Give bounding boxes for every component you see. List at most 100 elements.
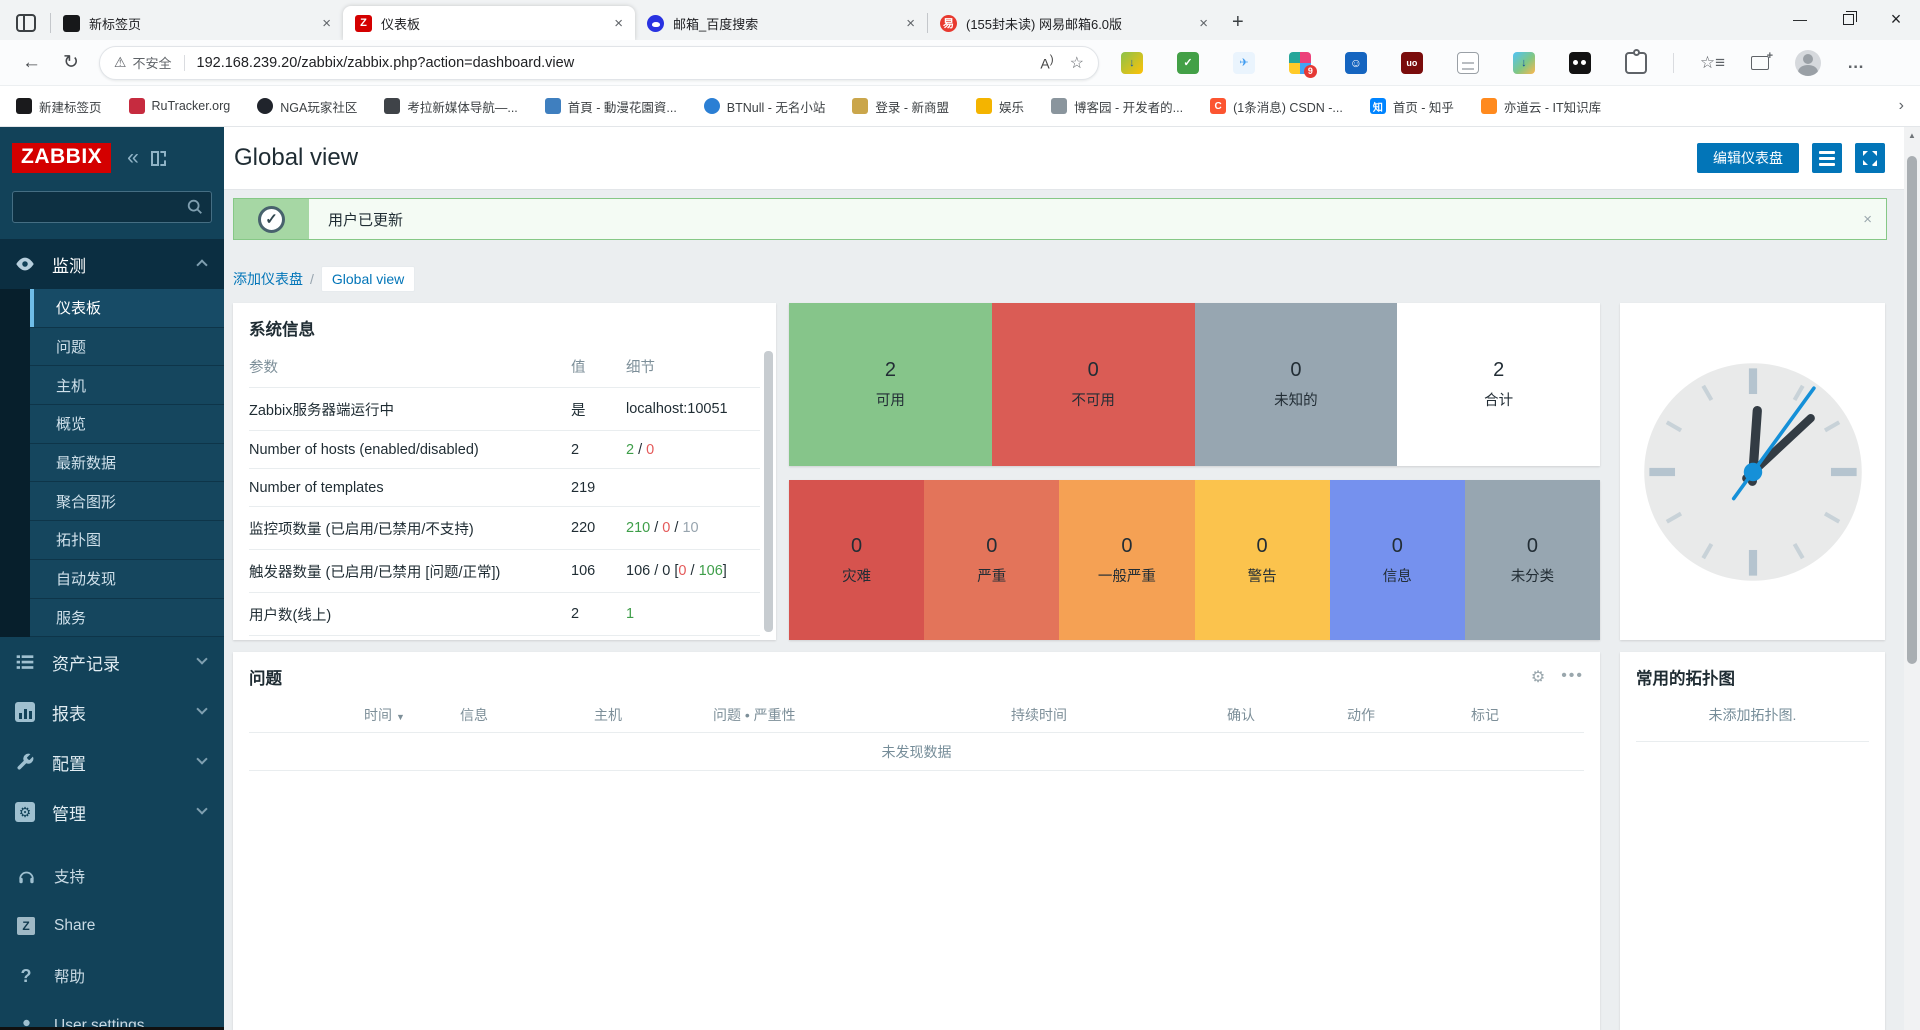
idm-extension-icon[interactable]: ↓ [1120, 51, 1143, 74]
bookmarks-overflow-icon[interactable]: › [1899, 97, 1904, 115]
shield-check-extension-icon[interactable]: ✓ [1176, 51, 1199, 74]
sidebar-section-reports[interactable]: 报表 [0, 687, 224, 737]
sidebar-item-dashboard[interactable]: 仪表板 [30, 289, 224, 328]
zabbix-logo[interactable]: ZABBIX [12, 143, 112, 173]
tab-baidu-search[interactable]: 邮箱_百度搜索 × [635, 6, 927, 40]
not-secure-warning-icon: ⚠ [113, 54, 127, 70]
sidebar-item-maps[interactable]: 拓扑图 [30, 521, 224, 560]
fullscreen-button[interactable] [1855, 143, 1885, 173]
address-bar[interactable]: ⚠ 不安全 192.168.239.20/zabbix/zabbix.php?a… [98, 45, 1099, 80]
bookmark-item[interactable]: 考拉新媒体导航—... [384, 97, 518, 116]
column-duration: 持续时间 [1011, 707, 1067, 723]
read-aloud-icon[interactable]: A) [1040, 53, 1053, 72]
column-time[interactable]: 时间 ▼ [364, 705, 405, 725]
sidebar-item-user-settings[interactable]: User settings [0, 1001, 224, 1030]
sidebar-collapse-icon[interactable]: « [127, 147, 139, 168]
sidebar-item-screens[interactable]: 聚合图形 [30, 482, 224, 522]
bookmark-item[interactable]: RuTracker.org [128, 98, 230, 114]
sidebar-section-inventory[interactable]: 资产记录 [0, 637, 224, 687]
problems-widget: 问题 ⚙ ••• 时间 ▼ 信息 主机 问题 • 严重性 持续时间 确认 动作 标… [233, 652, 1600, 1030]
edit-dashboard-button[interactable]: 编辑仪表盘 [1697, 143, 1799, 173]
sidebar-section-administration[interactable]: ⚙ 管理 [0, 787, 224, 837]
add-dashboard-link[interactable]: 添加仪表盘 [233, 269, 303, 289]
refresh-icon[interactable]: ↻ [63, 51, 79, 74]
tab-close-icon[interactable]: × [318, 15, 335, 32]
new-tab-button[interactable]: + [1232, 12, 1244, 32]
widget-scrollbar[interactable] [764, 351, 773, 632]
hamburger-menu-button[interactable] [1812, 143, 1842, 173]
availability-cell-available: 2 可用 [789, 303, 992, 466]
close-button[interactable]: × [1872, 0, 1920, 38]
bookmark-item[interactable]: 娱乐 [976, 97, 1024, 116]
sidebar-search-input[interactable] [12, 191, 212, 223]
collections-icon[interactable]: + [1751, 50, 1773, 70]
sidebar-item-services[interactable]: 服务 [30, 598, 224, 638]
clock-widget [1620, 303, 1885, 640]
severity-cell-average: 0 一般严重 [1059, 480, 1195, 640]
tab-title: 仪表板 [381, 16, 421, 32]
scrollbar-thumb[interactable] [1907, 156, 1917, 664]
puzzle-extensions-icon[interactable] [1624, 48, 1647, 74]
tab-netease-mail[interactable]: 易 (155封未读) 网易邮箱6.0版 × [928, 6, 1220, 40]
sidebar-item-support[interactable]: 支持 [0, 851, 224, 901]
current-dashboard-chip[interactable]: Global view [320, 266, 416, 292]
tab-new-tab-page[interactable]: 新标签页 × [51, 6, 343, 40]
table-row: 监控项数量 (已启用/已禁用/不支持) 220 210 / 0 / 10 [249, 506, 760, 550]
bookmark-item[interactable]: 博客园 - 开发者的... [1051, 97, 1183, 116]
tab-close-icon[interactable]: × [610, 15, 627, 32]
bookmark-favicon [544, 98, 561, 114]
bird-extension-icon[interactable]: ✈ [1232, 51, 1255, 74]
bookmark-item[interactable]: 登录 - 新商盟 [852, 97, 949, 116]
bookmark-item[interactable]: 亦道云 - IT知识库 [1480, 97, 1601, 116]
column-ack: 确认 [1227, 707, 1255, 723]
sidebar-item-share[interactable]: Z Share [0, 901, 224, 951]
url-text[interactable]: 192.168.239.20/zabbix/zabbix.php?action=… [197, 55, 1041, 71]
bookmark-item[interactable]: 首頁 - 動漫花園資... [544, 97, 677, 116]
grid-extension-icon[interactable]: 9 [1288, 51, 1317, 78]
tab-close-icon[interactable]: × [1195, 15, 1212, 32]
bookmark-item[interactable]: NGA玩家社区 [257, 97, 357, 116]
page-scrollbar[interactable]: ▲ [1904, 127, 1920, 1030]
settings-more-icon[interactable]: … [1847, 53, 1864, 73]
sidebar-item-hosts[interactable]: 主机 [30, 366, 224, 406]
empty-widget-message: 未添加拓扑图. [1636, 705, 1869, 742]
minimize-button[interactable]: — [1776, 0, 1824, 38]
bookmark-item[interactable]: 新建标签页 [16, 97, 102, 116]
ublock-extension-icon[interactable]: uo [1400, 51, 1423, 74]
favorites-bar-icon[interactable]: ☆≡ [1700, 53, 1725, 73]
sidebar-section-monitoring[interactable]: 监测 [0, 239, 224, 289]
bookmark-item[interactable]: BTNull - 无名小站 [703, 97, 825, 116]
person-extension-icon[interactable]: ☺ [1344, 51, 1367, 74]
availability-cell-unavailable: 0 不可用 [991, 303, 1195, 466]
sidebar-item-help[interactable]: ? 帮助 [0, 951, 224, 1001]
system-info-widget: 系统信息 参数 值 细节 Zabbix服务器端运行中 是 localhost:1… [233, 303, 776, 640]
sidebar-dock-icon[interactable] [150, 150, 166, 166]
sidebar-item-latest-data[interactable]: 最新数据 [30, 443, 224, 483]
sidebar-item-discovery[interactable]: 自动发现 [30, 559, 224, 599]
favorite-star-icon[interactable]: ☆ [1070, 53, 1084, 73]
list-icon [14, 652, 36, 672]
scrollbar-up-arrow[interactable]: ▲ [1904, 127, 1920, 143]
restore-button[interactable] [1824, 0, 1872, 38]
back-icon[interactable]: ← [22, 52, 41, 74]
header-actions: 编辑仪表盘 [1697, 143, 1885, 173]
mask-extension-icon[interactable] [1568, 51, 1591, 74]
sidebar-item-overview[interactable]: 概览 [30, 405, 224, 444]
tab-workspaces-icon[interactable] [16, 14, 36, 32]
banner-close-icon[interactable]: × [1863, 211, 1872, 228]
chevron-down-icon [196, 653, 208, 665]
profile-avatar[interactable] [1795, 49, 1822, 76]
widget-gear-icon[interactable]: ⚙ [1531, 667, 1545, 687]
sidebar-section-configuration[interactable]: 配置 [0, 737, 224, 787]
expand-arrows-icon [1863, 151, 1877, 166]
tab-close-icon[interactable]: × [902, 15, 919, 32]
bookmark-item[interactable]: C (1条消息) CSDN -... [1210, 97, 1343, 116]
notes-extension-icon[interactable] [1456, 51, 1479, 74]
tab-zabbix-dashboard[interactable]: Z 仪表板 × [343, 6, 635, 40]
chevron-down-icon [196, 703, 208, 715]
downloader-extension-icon[interactable]: ↓ [1512, 51, 1535, 74]
bookmark-item[interactable]: 知首页 - 知乎 [1369, 97, 1454, 116]
browser-toolbar: ← ↻ ⚠ 不安全 192.168.239.20/zabbix/zabbix.p… [0, 40, 1920, 86]
sidebar-item-problems[interactable]: 问题 [30, 327, 224, 367]
widget-more-icon[interactable]: ••• [1561, 667, 1584, 687]
